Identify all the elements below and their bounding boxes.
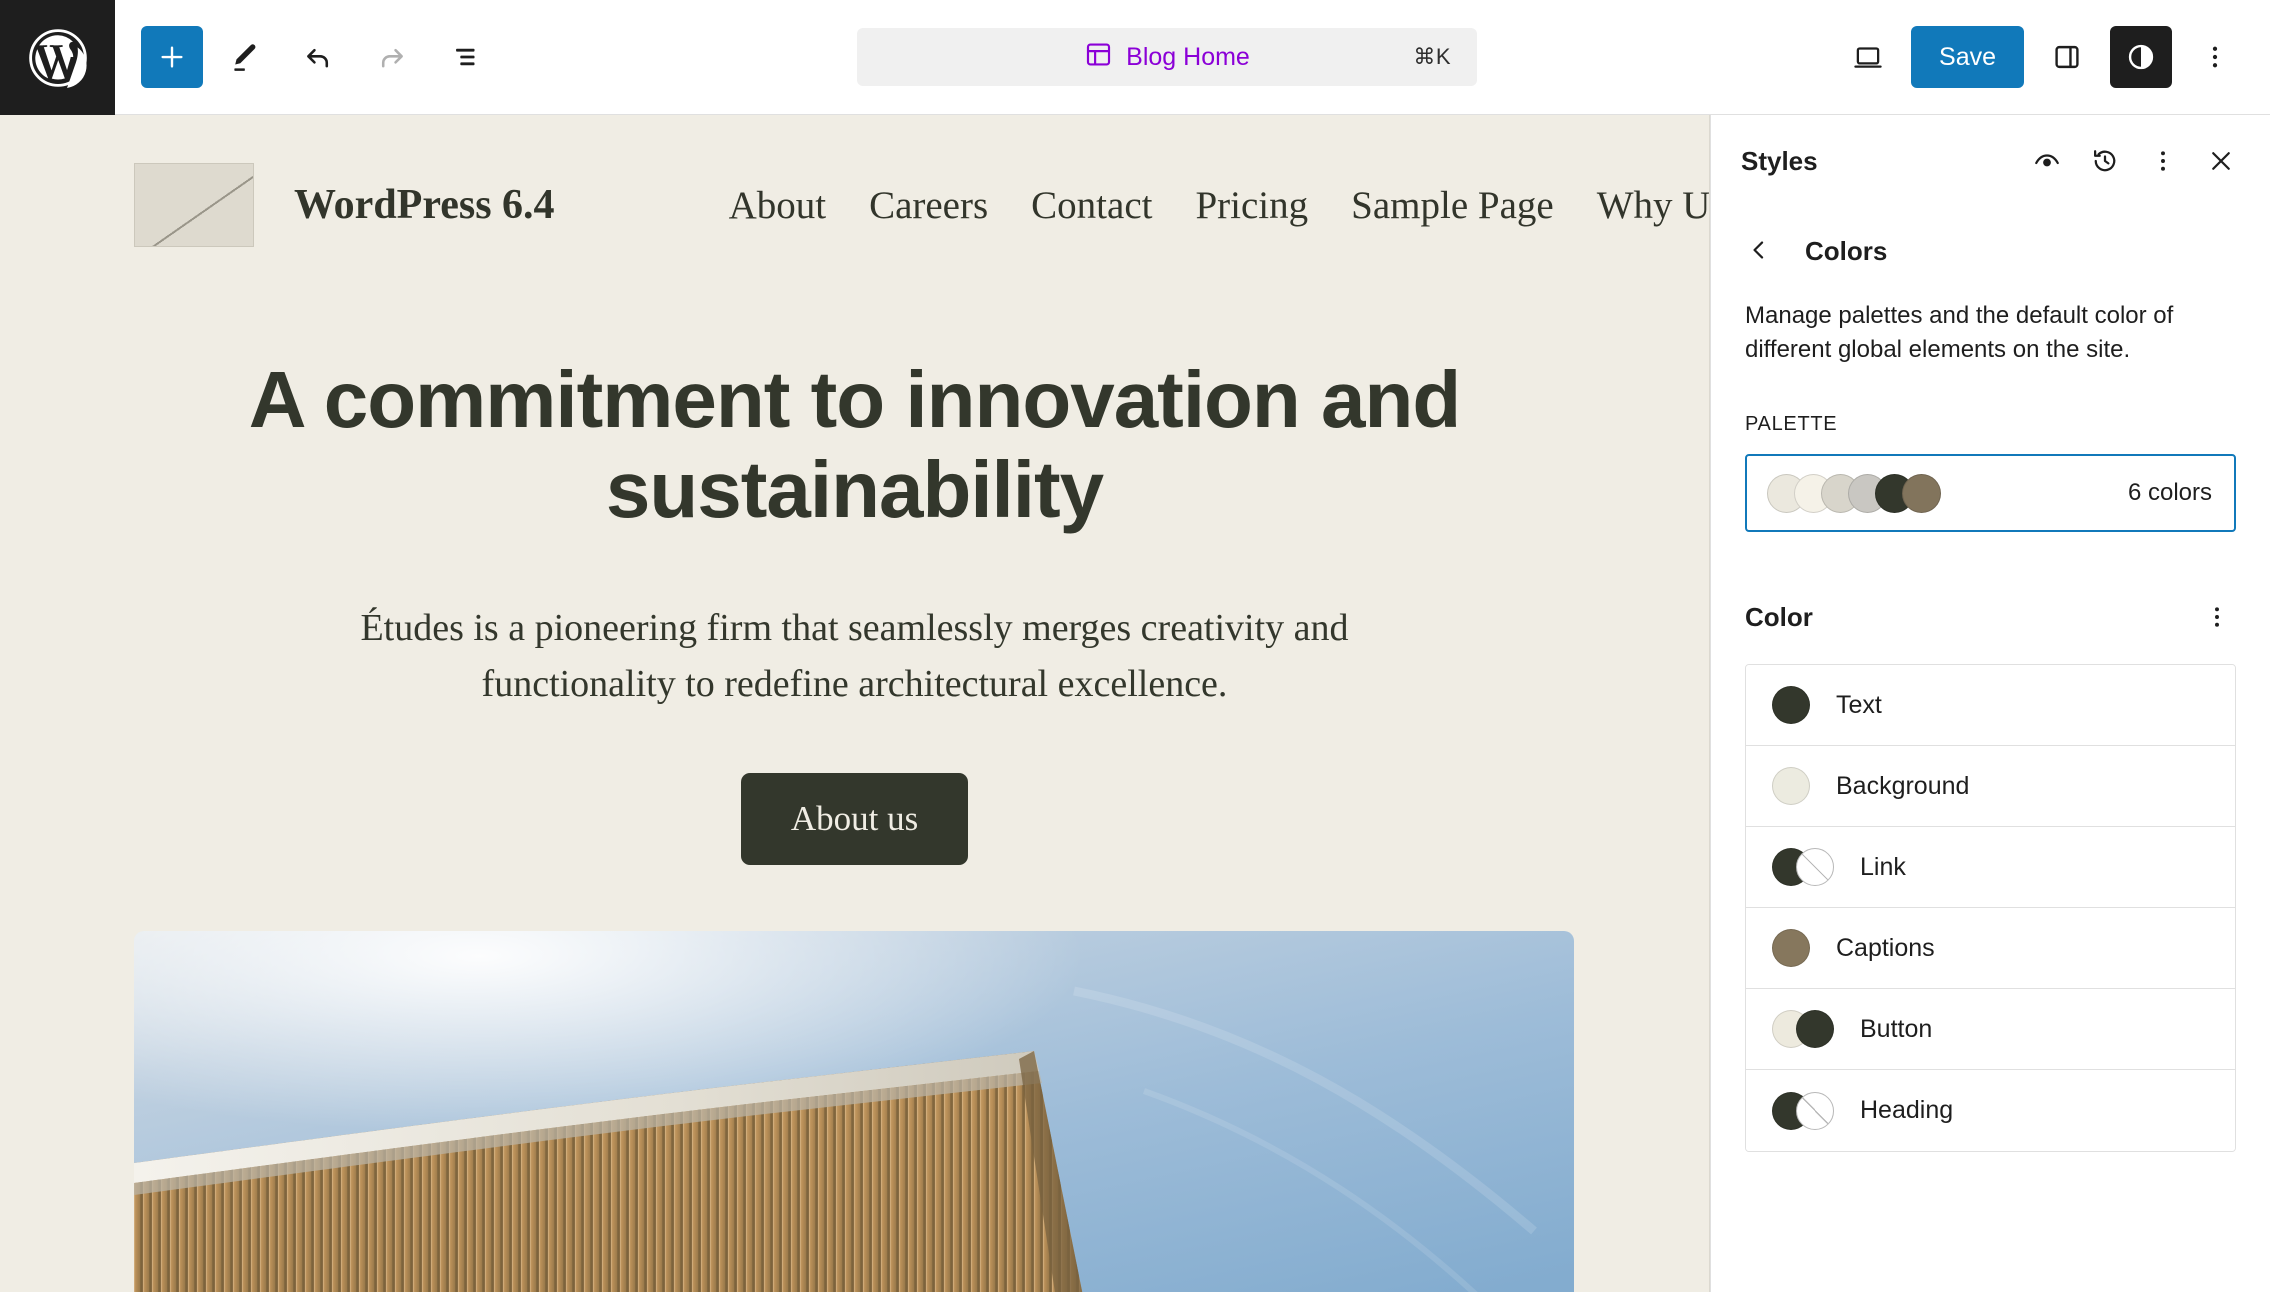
options-ellipsis-icon [2149,147,2177,175]
command-bar-area: Blog Home ⌘K [499,0,1835,114]
template-layout-icon [1084,40,1113,74]
palette-swatch-6 [1902,473,1941,513]
revision-history-icon [2090,146,2120,176]
heading-color-indicator [1772,1091,1834,1130]
palette-count-label: 6 colors [2127,479,2212,507]
color-dot-unset [1796,848,1834,887]
editor-more-button[interactable] [2182,24,2248,90]
color-group-header: Color [1711,532,2270,644]
about-us-button[interactable]: About us [740,772,969,865]
styles-more-button[interactable] [2136,134,2190,188]
close-x-icon [2206,146,2236,176]
settings-sidebar-icon [2051,41,2083,73]
style-book-button[interactable] [2020,134,2074,188]
colors-panel-nav: Colors [1711,207,2270,273]
color-row-text[interactable]: Text [1746,665,2235,747]
architectural-building-photo [134,930,1574,1292]
wordpress-site-editor: Blog Home ⌘K Save WordPress 6.4 About Ca… [0,0,2270,1292]
editor-body: WordPress 6.4 About Careers Contact Pric… [0,115,2270,1292]
add-block-button[interactable] [141,26,203,88]
editor-top-bar: Blog Home ⌘K Save [0,0,2270,115]
color-row-label: Heading [1860,1096,1954,1125]
color-dot [1772,686,1810,725]
styles-sidebar: Styles Colors Manage palettes and the de… [1710,115,2270,1292]
site-preview-canvas[interactable]: WordPress 6.4 About Careers Contact Pric… [0,115,1710,1292]
styles-sidebar-header: Styles [1711,115,2270,207]
command-bar-shortcut: ⌘K [1413,44,1451,69]
redo-button[interactable] [359,24,425,90]
undo-arrow-icon [301,40,335,74]
color-group-more-button[interactable] [2190,590,2244,644]
color-row-label: Link [1860,852,1906,881]
list-view-icon [449,40,483,74]
hero-image[interactable] [134,930,1574,1292]
color-row-button[interactable]: Button [1746,989,2235,1071]
background-color-indicator [1772,767,1810,806]
eye-icon [2032,146,2062,176]
colors-panel-title: Colors [1805,235,1888,266]
link-color-indicator [1772,848,1834,887]
edit-tool-button[interactable] [211,24,277,90]
close-sidebar-button[interactable] [2194,134,2248,188]
wordpress-logo-icon [27,27,89,89]
site-navigation: About Careers Contact Pricing Sample Pag… [729,183,1709,228]
palette-section-label: PALETTE [1745,413,1838,436]
device-preview-icon [1852,41,1884,73]
device-preview-button[interactable] [1835,24,1901,90]
pencil-icon [227,40,261,74]
palette-swatch-stack [1767,473,2128,513]
command-bar[interactable]: Blog Home ⌘K [857,28,1477,86]
color-dot-unset [1796,1091,1834,1130]
color-dot [1796,1010,1834,1049]
redo-arrow-icon [375,40,409,74]
styles-contrast-icon [2125,41,2157,73]
color-row-link[interactable]: Link [1746,827,2235,909]
color-dot [1772,767,1810,806]
nav-item-why-us[interactable]: Why Us [1597,183,1709,228]
settings-sidebar-button[interactable] [2034,24,2100,90]
hero-heading[interactable]: A commitment to innovation and sustainab… [230,355,1480,534]
styles-panel-title: Styles [1741,145,1818,176]
site-logo-placeholder[interactable] [134,163,254,247]
plus-icon [157,42,187,72]
color-row-label: Background [1836,771,1970,800]
color-rows-list: Text Background Link Captions Button Hea… [1745,664,2236,1153]
options-ellipsis-icon [2203,603,2231,631]
back-button[interactable] [1737,229,1781,273]
colors-panel-description: Manage palettes and the default color of… [1745,302,2174,364]
palette-card[interactable]: 6 colors [1745,454,2236,533]
wordpress-logo-button[interactable] [0,0,115,115]
chevron-left-icon [1745,236,1773,267]
command-bar-title: Blog Home [1126,42,1250,71]
revisions-button[interactable] [2078,134,2132,188]
nav-item-about[interactable]: About [729,183,827,228]
site-header: WordPress 6.4 About Careers Contact Pric… [0,115,1709,247]
color-dot [1772,929,1810,968]
color-row-label: Text [1836,690,1882,719]
save-button[interactable]: Save [1911,26,2024,88]
styles-button[interactable] [2110,26,2172,88]
color-row-heading[interactable]: Heading [1746,1070,2235,1152]
nav-item-careers[interactable]: Careers [869,183,988,228]
topbar-actions-group: Save [1835,0,2270,114]
captions-color-indicator [1772,929,1810,968]
color-group-title: Color [1745,601,1813,632]
site-title[interactable]: WordPress 6.4 [294,181,555,229]
color-row-label: Button [1860,1014,1933,1043]
editor-tools-group [115,0,499,114]
text-color-indicator [1772,686,1810,725]
hero-paragraph[interactable]: Études is a pioneering firm that seamles… [265,600,1445,712]
document-overview-button[interactable] [433,24,499,90]
nav-item-contact[interactable]: Contact [1031,183,1152,228]
color-row-captions[interactable]: Captions [1746,908,2235,990]
color-row-label: Captions [1836,933,1935,962]
color-row-background[interactable]: Background [1746,746,2235,828]
nav-item-pricing[interactable]: Pricing [1195,183,1308,228]
button-color-indicator [1772,1010,1834,1049]
options-ellipsis-icon [2200,42,2230,72]
nav-item-sample-page[interactable]: Sample Page [1351,183,1554,228]
undo-button[interactable] [285,24,351,90]
hero-section: A commitment to innovation and sustainab… [0,247,1709,865]
